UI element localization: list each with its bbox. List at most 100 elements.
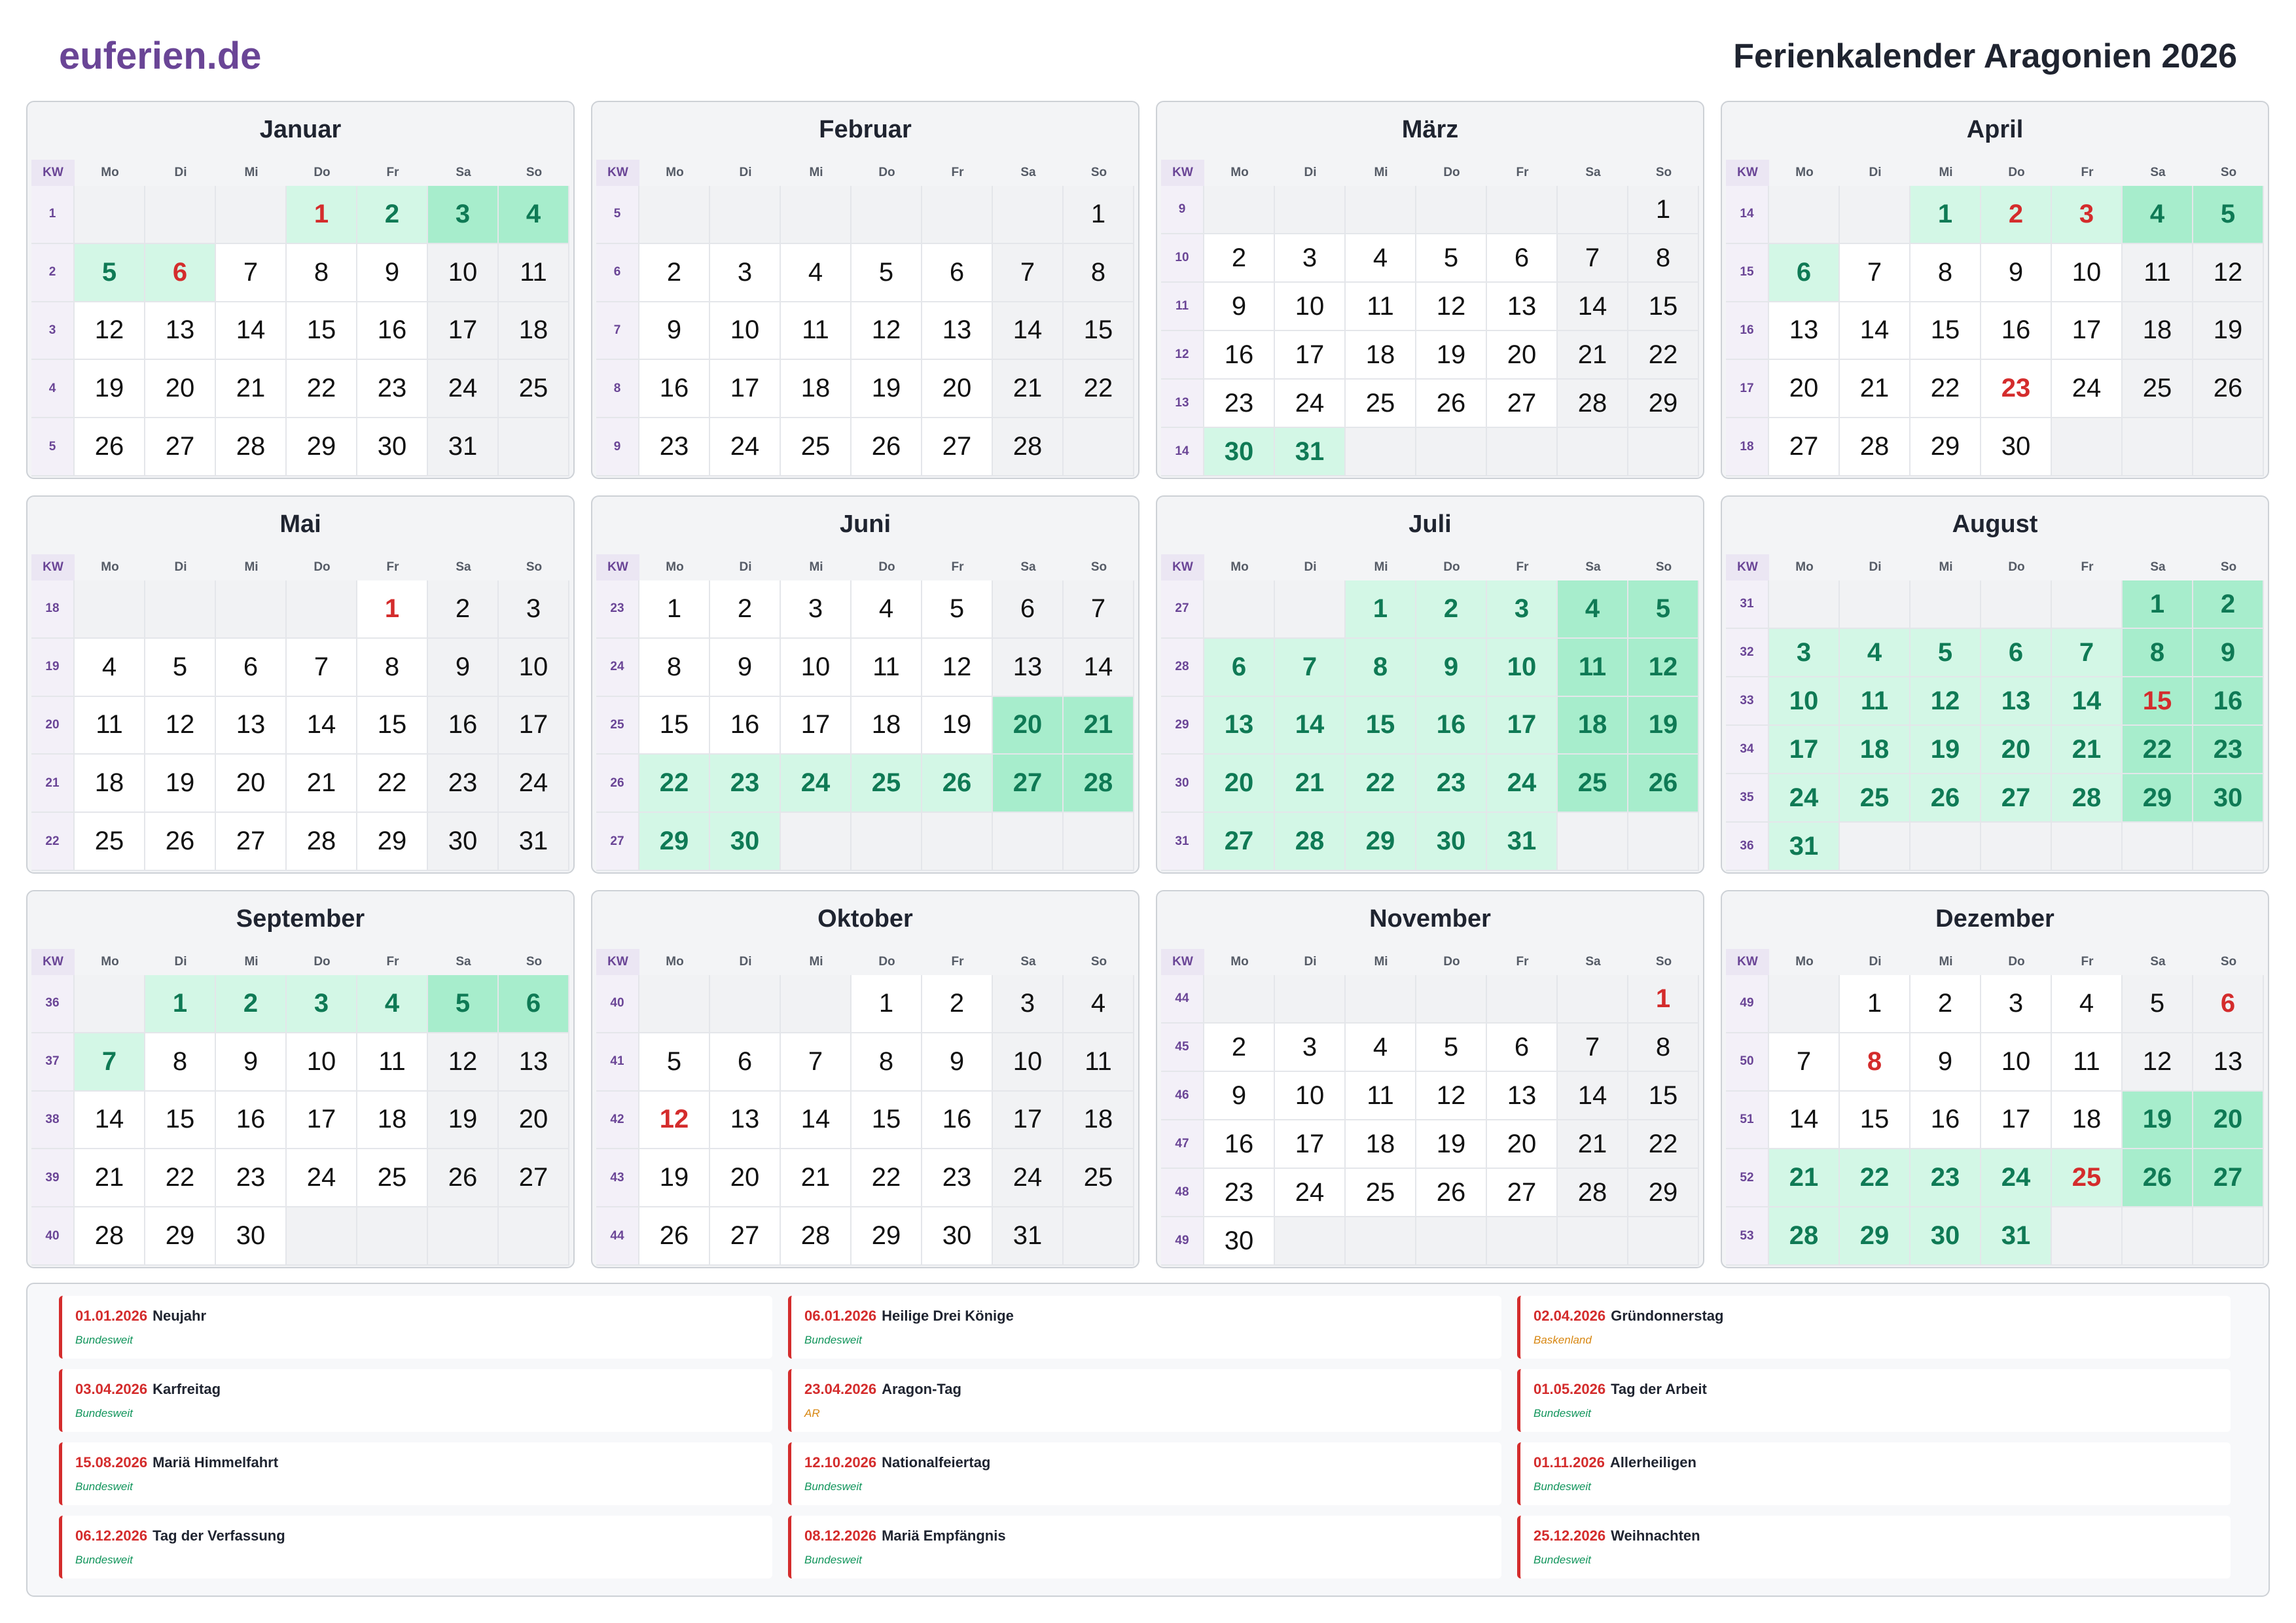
day-cell[interactable]: 9 xyxy=(1910,1033,1981,1092)
day-cell[interactable]: 14 xyxy=(1840,302,1910,361)
vacation-day-cell[interactable]: 29 xyxy=(639,813,710,871)
day-cell[interactable]: 28 xyxy=(1558,1169,1628,1217)
vacation-day-cell[interactable]: 21 xyxy=(1064,696,1134,755)
holiday-day-cell[interactable]: 1 xyxy=(1628,975,1699,1024)
site-logo[interactable]: euferien.de xyxy=(59,34,261,78)
vacation-day-cell[interactable]: 29 xyxy=(2123,774,2193,823)
day-cell[interactable]: 14 xyxy=(781,1091,852,1150)
day-cell[interactable]: 15 xyxy=(1910,302,1981,361)
day-cell[interactable]: 28 xyxy=(287,813,357,871)
day-cell[interactable]: 2 xyxy=(1204,234,1275,283)
day-cell[interactable]: 21 xyxy=(1558,331,1628,380)
day-cell[interactable]: 23 xyxy=(1204,1169,1275,1217)
day-cell[interactable]: 28 xyxy=(216,418,287,476)
vacation-day-cell[interactable]: 29 xyxy=(1840,1207,1910,1266)
day-cell[interactable]: 24 xyxy=(1275,1169,1346,1217)
day-cell[interactable]: 19 xyxy=(145,755,216,813)
vacation-day-cell[interactable]: 25 xyxy=(852,755,922,813)
day-cell[interactable]: 8 xyxy=(1628,234,1699,283)
day-cell[interactable]: 23 xyxy=(357,360,428,419)
day-cell[interactable]: 17 xyxy=(2052,302,2123,361)
day-cell[interactable]: 4 xyxy=(1346,1024,1416,1072)
day-cell[interactable]: 1 xyxy=(1628,186,1699,234)
day-cell[interactable]: 4 xyxy=(781,243,852,302)
day-cell[interactable]: 27 xyxy=(216,813,287,871)
day-cell[interactable]: 13 xyxy=(710,1091,781,1150)
day-cell[interactable]: 14 xyxy=(1558,283,1628,331)
vacation-day-cell[interactable]: 31 xyxy=(1275,428,1346,476)
day-cell[interactable]: 8 xyxy=(1910,243,1981,302)
vacation-day-cell[interactable]: 19 xyxy=(1910,726,1981,774)
day-cell[interactable]: 4 xyxy=(1064,975,1134,1033)
day-cell[interactable]: 5 xyxy=(2123,975,2193,1033)
holiday-day-cell[interactable]: 25 xyxy=(2052,1149,2123,1208)
day-cell[interactable]: 23 xyxy=(922,1149,993,1208)
day-cell[interactable]: 7 xyxy=(1840,243,1910,302)
day-cell[interactable]: 18 xyxy=(2123,302,2193,361)
vacation-day-cell[interactable]: 18 xyxy=(1558,696,1628,755)
day-cell[interactable]: 6 xyxy=(922,243,993,302)
day-cell[interactable]: 2 xyxy=(428,580,499,639)
day-cell[interactable]: 27 xyxy=(922,418,993,476)
vacation-day-cell[interactable]: 21 xyxy=(1769,1149,1840,1208)
day-cell[interactable]: 17 xyxy=(781,696,852,755)
day-cell[interactable]: 4 xyxy=(852,580,922,639)
day-cell[interactable]: 27 xyxy=(499,1149,569,1208)
vacation-day-cell[interactable]: 4 xyxy=(2123,186,2193,244)
day-cell[interactable]: 15 xyxy=(1064,302,1134,361)
vacation-day-cell[interactable]: 26 xyxy=(2123,1149,2193,1208)
vacation-day-cell[interactable]: 1 xyxy=(145,975,216,1033)
vacation-day-cell[interactable]: 9 xyxy=(2193,629,2264,677)
vacation-day-cell[interactable]: 8 xyxy=(2123,629,2193,677)
vacation-day-cell[interactable]: 17 xyxy=(1769,726,1840,774)
day-cell[interactable]: 16 xyxy=(1981,302,2052,361)
day-cell[interactable]: 25 xyxy=(499,360,569,419)
vacation-day-cell[interactable]: 27 xyxy=(993,755,1064,813)
day-cell[interactable]: 30 xyxy=(922,1207,993,1266)
vacation-day-cell[interactable]: 16 xyxy=(1416,696,1487,755)
day-cell[interactable]: 18 xyxy=(852,696,922,755)
day-cell[interactable]: 21 xyxy=(993,360,1064,419)
day-cell[interactable]: 3 xyxy=(781,580,852,639)
day-cell[interactable]: 30 xyxy=(428,813,499,871)
day-cell[interactable]: 5 xyxy=(922,580,993,639)
vacation-day-cell[interactable]: 31 xyxy=(1487,813,1558,871)
day-cell[interactable]: 27 xyxy=(1769,418,1840,476)
day-cell[interactable]: 5 xyxy=(145,638,216,697)
day-cell[interactable]: 2 xyxy=(922,975,993,1033)
day-cell[interactable]: 21 xyxy=(1558,1120,1628,1169)
day-cell[interactable]: 16 xyxy=(1910,1091,1981,1150)
day-cell[interactable]: 4 xyxy=(75,638,145,697)
day-cell[interactable]: 1 xyxy=(1064,186,1134,244)
day-cell[interactable]: 28 xyxy=(75,1207,145,1266)
vacation-day-cell[interactable]: 20 xyxy=(1981,726,2052,774)
day-cell[interactable]: 7 xyxy=(1769,1033,1840,1092)
day-cell[interactable]: 14 xyxy=(287,696,357,755)
vacation-day-cell[interactable]: 22 xyxy=(1346,755,1416,813)
day-cell[interactable]: 11 xyxy=(1346,283,1416,331)
vacation-day-cell[interactable]: 30 xyxy=(1204,428,1275,476)
day-cell[interactable]: 26 xyxy=(145,813,216,871)
day-cell[interactable]: 9 xyxy=(428,638,499,697)
day-cell[interactable]: 12 xyxy=(1416,283,1487,331)
day-cell[interactable]: 12 xyxy=(75,302,145,361)
day-cell[interactable]: 11 xyxy=(1346,1072,1416,1120)
vacation-day-cell[interactable]: 30 xyxy=(1416,813,1487,871)
day-cell[interactable]: 25 xyxy=(1346,1169,1416,1217)
day-cell[interactable]: 24 xyxy=(2052,360,2123,419)
day-cell[interactable]: 17 xyxy=(1275,1120,1346,1169)
day-cell[interactable]: 19 xyxy=(75,360,145,419)
vacation-day-cell[interactable]: 24 xyxy=(781,755,852,813)
day-cell[interactable]: 6 xyxy=(216,638,287,697)
holiday-day-cell[interactable]: 1 xyxy=(357,580,428,639)
day-cell[interactable]: 22 xyxy=(1628,1120,1699,1169)
day-cell[interactable]: 9 xyxy=(639,302,710,361)
vacation-day-cell[interactable]: 3 xyxy=(428,186,499,244)
day-cell[interactable]: 12 xyxy=(1416,1072,1487,1120)
vacation-day-cell[interactable]: 23 xyxy=(1910,1149,1981,1208)
day-cell[interactable]: 26 xyxy=(852,418,922,476)
day-cell[interactable]: 16 xyxy=(710,696,781,755)
vacation-day-cell[interactable]: 10 xyxy=(1487,638,1558,697)
day-cell[interactable]: 5 xyxy=(639,1033,710,1092)
day-cell[interactable]: 21 xyxy=(216,360,287,419)
